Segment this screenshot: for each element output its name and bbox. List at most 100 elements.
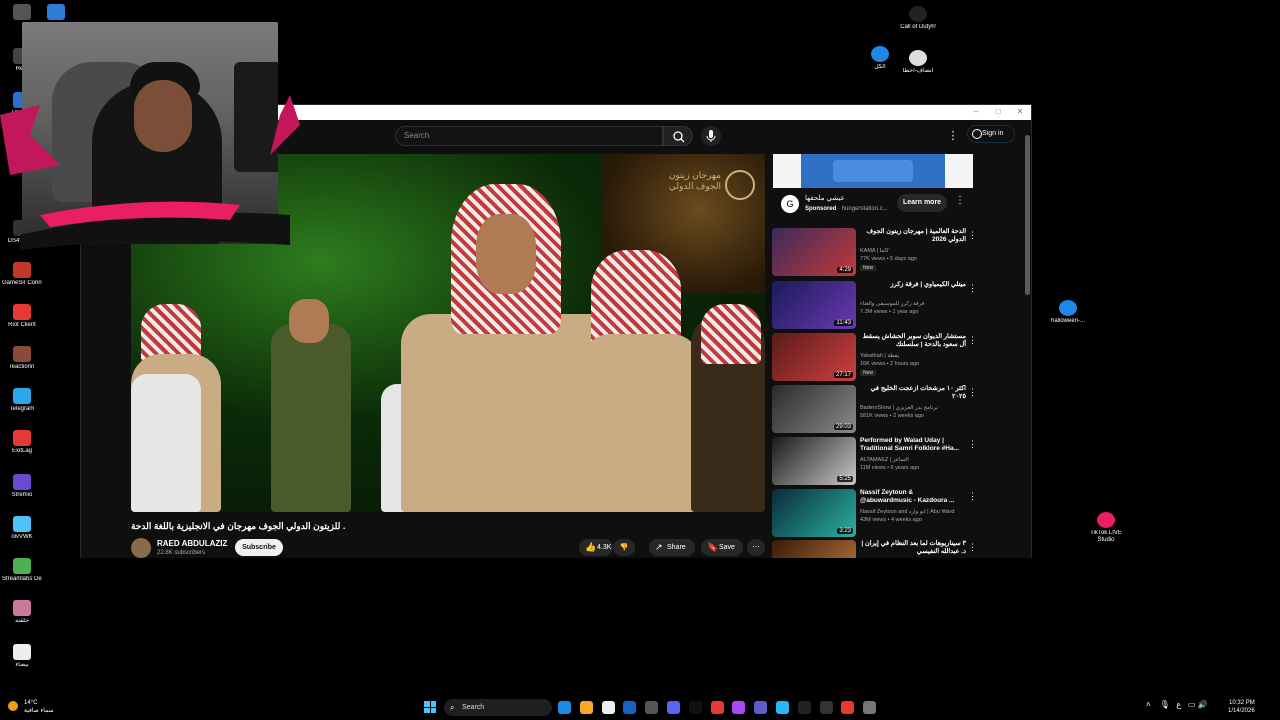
video-thumbnail[interactable]: 29:03 — [772, 385, 856, 433]
recommendation-menu-icon[interactable]: ⋮ — [968, 283, 977, 294]
recommendation-title[interactable]: الدحة العالمية | مهرجان زيتون الجوف الدو… — [860, 228, 966, 244]
desktop-icon[interactable]: Telegram — [2, 388, 42, 413]
app-icon[interactable] — [645, 701, 659, 714]
file-explorer-icon[interactable] — [579, 701, 593, 714]
recommendation-menu-icon[interactable]: ⋮ — [968, 439, 977, 450]
recommendation-title[interactable]: Nassif Zeytoun & @abuwardmusic - Kazdour… — [860, 489, 966, 505]
recommendation-channel[interactable]: فرقة زكرز للموسيقى والغناء — [860, 301, 966, 307]
ad-menu-icon[interactable]: ⋮ — [955, 195, 965, 206]
desktop-icon[interactable]: GameSir Connect — [2, 262, 42, 287]
desktop-icon-top-2[interactable] — [36, 4, 76, 22]
maximize-icon[interactable]: □ — [993, 107, 1003, 117]
desktop-icon[interactable]: حلقته — [2, 600, 42, 625]
video-thumbnail[interactable]: 27:17 — [772, 333, 856, 381]
edge-icon[interactable] — [558, 701, 571, 714]
recommendation-menu-icon[interactable]: ⋮ — [968, 335, 977, 346]
recommendation-menu-icon[interactable]: ⋮ — [968, 491, 977, 502]
messenger-icon[interactable] — [732, 701, 746, 714]
recommendation-item[interactable]: 5:25 Performed by Walad Uday | Traditiona… — [772, 437, 982, 487]
video-thumbnail[interactable]: 5:25 — [772, 437, 856, 485]
capcut-icon[interactable] — [797, 701, 811, 714]
recommendation-menu-icon[interactable]: ⋮ — [968, 542, 977, 553]
desktop-icon[interactable]: Riot Client — [2, 304, 42, 329]
video-thumbnail[interactable]: 3:23 — [772, 489, 856, 537]
obs-icon[interactable] — [819, 701, 833, 714]
recommendation-item[interactable]: ٣ سيناريوهات لما بعد النظام في إيران | د… — [772, 540, 982, 558]
outlook-icon[interactable] — [623, 701, 637, 714]
dislike-button[interactable]: 👎 — [613, 539, 635, 556]
recommendation-channel[interactable]: KAMA | كاما — [860, 248, 966, 254]
desktop-icon[interactable]: reactionn — [2, 346, 42, 371]
desktop-icon[interactable]: olvVWK — [2, 516, 42, 541]
recommendation-menu-icon[interactable]: ⋮ — [968, 230, 977, 241]
recommendation-title[interactable]: أكثر ١٠ مرشحات ازعجت الخليج في ٢٠٢٥ — [860, 385, 966, 401]
channel-avatar[interactable] — [131, 538, 151, 558]
recommendation-channel[interactable]: BadersShow | برنامج بدر العزيزي — [860, 405, 966, 411]
more-actions-button[interactable]: ⋯ — [747, 539, 765, 556]
recommendation-title[interactable]: Performed by Walad Uday | Traditional Sa… — [860, 437, 966, 453]
recommendation-channel[interactable]: Yakathah | يقطة — [860, 353, 966, 359]
language-indicator[interactable]: ع — [1176, 700, 1181, 709]
recommendation-item[interactable]: 4:29 الدحة العالمية | مهرجان زيتون الجوف … — [772, 228, 982, 278]
channel-name[interactable]: RAED ABDULAZIZ — [157, 539, 227, 548]
recommendation-channel[interactable]: Nassif Zeytoun and أبو وارد | Abu Ward — [860, 509, 966, 515]
search-button[interactable] — [663, 126, 693, 146]
desktop-icon[interactable]: Call of Duty® — [898, 6, 938, 31]
recommendation-item[interactable]: 29:03 أكثر ١٠ مرشحات ازعجت الخليج في ٢٠٢٥… — [772, 385, 982, 435]
recommendation-title[interactable]: ٣ سيناريوهات لما بعد النظام في إيران | د… — [860, 540, 966, 556]
scene-person — [701, 304, 761, 364]
desktop-icon[interactable]: TikTok LIVE Studio — [1086, 512, 1126, 544]
recommendation-channel[interactable]: ALTAMAEZ | التماعز — [860, 457, 966, 463]
sponsored-label: Sponsored — [805, 206, 837, 212]
recommendation-meta: 16K views • 2 hours ago — [860, 361, 920, 367]
streamlabs-icon[interactable] — [841, 701, 855, 714]
chevron-up-icon[interactable]: ˄ — [1146, 700, 1151, 709]
settings-more-icon[interactable]: ⋮ — [947, 128, 959, 144]
advertiser-logo[interactable]: G — [781, 195, 799, 213]
teams-icon[interactable] — [754, 701, 768, 714]
close-icon[interactable]: ✕ — [1015, 107, 1025, 117]
like-button[interactable]: 👍 4.3K — [579, 539, 613, 556]
ad-banner[interactable] — [773, 154, 973, 188]
desktop-icon[interactable]: ExitLag — [2, 430, 42, 455]
sign-in-button[interactable]: Sign in — [967, 125, 1015, 143]
video-thumbnail[interactable]: 11:43 — [772, 281, 856, 329]
start-button[interactable] — [424, 701, 436, 713]
desktop-icon[interactable]: الكل — [860, 46, 900, 71]
festival-logo-mark — [725, 170, 755, 200]
scrollbar[interactable] — [1025, 135, 1030, 295]
recommendation-item[interactable]: 11:43 ميتلي الكيمياوي | فرقة زكرز فرقة زكر… — [772, 281, 982, 331]
recommendation-item[interactable]: 3:23 Nassif Zeytoun & @abuwardmusic - Kaz… — [772, 489, 982, 539]
save-button[interactable]: 🔖 Save — [701, 539, 743, 556]
recommendation-menu-icon[interactable]: ⋮ — [968, 387, 977, 398]
subscribe-button[interactable]: Subscribe — [235, 539, 283, 556]
clock[interactable]: 10:32 PM 1/14/2026 — [1228, 699, 1255, 715]
settings-icon[interactable] — [863, 701, 877, 714]
app-icon[interactable] — [776, 701, 789, 714]
scene-person — [271, 324, 351, 512]
video-thumbnail[interactable]: 4:29 — [772, 228, 856, 276]
desktop-icon[interactable]: Stremio — [2, 474, 42, 499]
mic-tray-icon[interactable]: 🎙 — [1160, 700, 1170, 709]
tiktok-icon[interactable] — [688, 701, 702, 714]
recommendation-title[interactable]: ميتلي الكيمياوي | فرقة زكرز — [860, 281, 966, 289]
search-input[interactable]: Search — [395, 126, 663, 146]
chrome-icon[interactable] — [710, 701, 724, 714]
voice-search-button[interactable] — [701, 126, 721, 146]
desktop-icon[interactable]: Streamlabs Desktop — [2, 558, 42, 583]
discord-icon[interactable] — [667, 701, 680, 714]
share-button[interactable]: ↗ Share — [649, 539, 695, 556]
recommendation-item[interactable]: 27:17 مستشار الديوان سوبر الحشاش يسقط أل … — [772, 333, 982, 383]
gamesir-icon — [13, 262, 31, 278]
network-icon[interactable]: ▭ — [1188, 700, 1196, 709]
recommendation-title[interactable]: مستشار الديوان سوبر الحشاش يسقط أل سعود … — [860, 333, 966, 349]
store-icon[interactable] — [601, 701, 615, 714]
desktop-icon[interactable]: halloween-... — [1048, 300, 1088, 325]
desktop-icon[interactable]: بيضاء — [2, 644, 42, 669]
desktop-icon[interactable]: انضاف-أخطا — [898, 50, 938, 75]
learn-more-button[interactable]: Learn more — [897, 194, 947, 212]
volume-icon[interactable]: 🔊 — [1198, 700, 1208, 709]
taskbar-search[interactable]: ⌕ Search — [444, 699, 552, 716]
video-thumbnail[interactable] — [772, 540, 856, 558]
minimize-icon[interactable]: – — [971, 107, 981, 117]
